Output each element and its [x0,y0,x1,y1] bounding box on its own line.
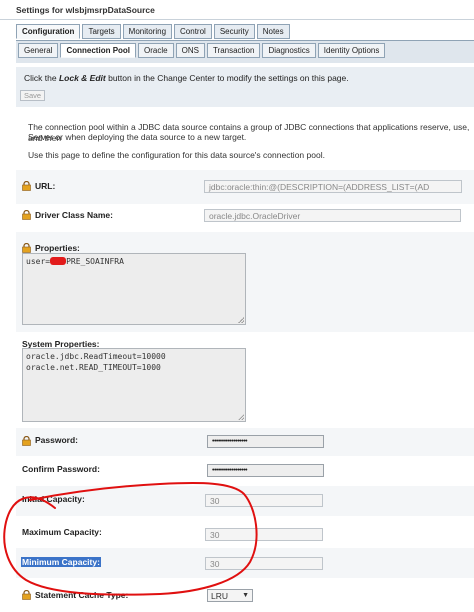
tab-connection-pool[interactable]: Connection Pool [60,43,137,58]
driver-class-label: Driver Class Name: [35,210,113,220]
tab-notes[interactable]: Notes [256,24,290,39]
driver-class-field[interactable]: oracle.jdbc.OracleDriver [204,209,461,222]
tab-general[interactable]: General [18,43,59,58]
tab-identity-options[interactable]: Identity Options [317,43,386,58]
lock-icon [22,436,31,446]
properties-user-value: PRE_SOAINFRA [66,257,124,266]
tab-security[interactable]: Security [213,24,255,39]
lock-icon [22,210,31,220]
secondary-tab-bar: General Connection Pool Oracle ONS Trans… [18,43,386,59]
message-prefix: Click the [24,73,59,83]
tab-oracle[interactable]: Oracle [138,43,174,58]
description-line-3: Use this page to define the configuratio… [28,150,325,160]
tab-configuration[interactable]: Configuration [16,24,81,39]
page-title: Settings for wlsbjmsrpDataSource [16,5,155,15]
primary-tab-bar: Configuration Targets Monitoring Control… [16,24,290,40]
tab-transaction[interactable]: Transaction [206,43,261,58]
password-field[interactable]: •••••••••••••••••• [207,435,324,448]
description-line-2: Server or when deploying the data source… [28,132,247,142]
properties-label: Properties: [35,243,80,253]
redaction-mark [50,257,67,265]
lock-edit-emphasis: Lock & Edit [58,73,106,83]
system-property-line: oracle.net.READ_TIMEOUT=1000 [26,362,161,372]
lock-icon [22,181,31,191]
password-label: Password: [35,435,78,445]
system-property-line: oracle.jdbc.ReadTimeout=10000 [26,352,166,361]
resize-grip-icon[interactable] [238,317,244,323]
save-button[interactable]: Save [20,90,45,101]
url-field[interactable]: jdbc:oracle:thin:@(DESCRIPTION=(ADDRESS_… [204,180,462,193]
system-properties-textarea[interactable]: oracle.jdbc.ReadTimeout=10000 oracle.net.… [22,348,246,422]
tab-targets[interactable]: Targets [82,24,121,39]
tab-control[interactable]: Control [174,24,212,39]
tab-ons[interactable]: ONS [175,43,205,58]
message-suffix: button in the Change Center to modify th… [105,73,349,83]
tab-monitoring[interactable]: Monitoring [122,24,173,39]
change-center-message: Click the Lock & Edit button in the Chan… [24,73,349,83]
tab-diagnostics[interactable]: Diagnostics [262,43,316,58]
annotation-circle [3,482,258,596]
settings-header: Settings for wlsbjmsrpDataSource [0,0,474,20]
lock-icon [22,243,31,253]
properties-user-key: user= [26,257,51,266]
url-label: URL: [35,181,56,191]
resize-grip-icon[interactable] [238,414,244,420]
properties-textarea[interactable]: user= PRE_SOAINFRA [22,253,246,325]
